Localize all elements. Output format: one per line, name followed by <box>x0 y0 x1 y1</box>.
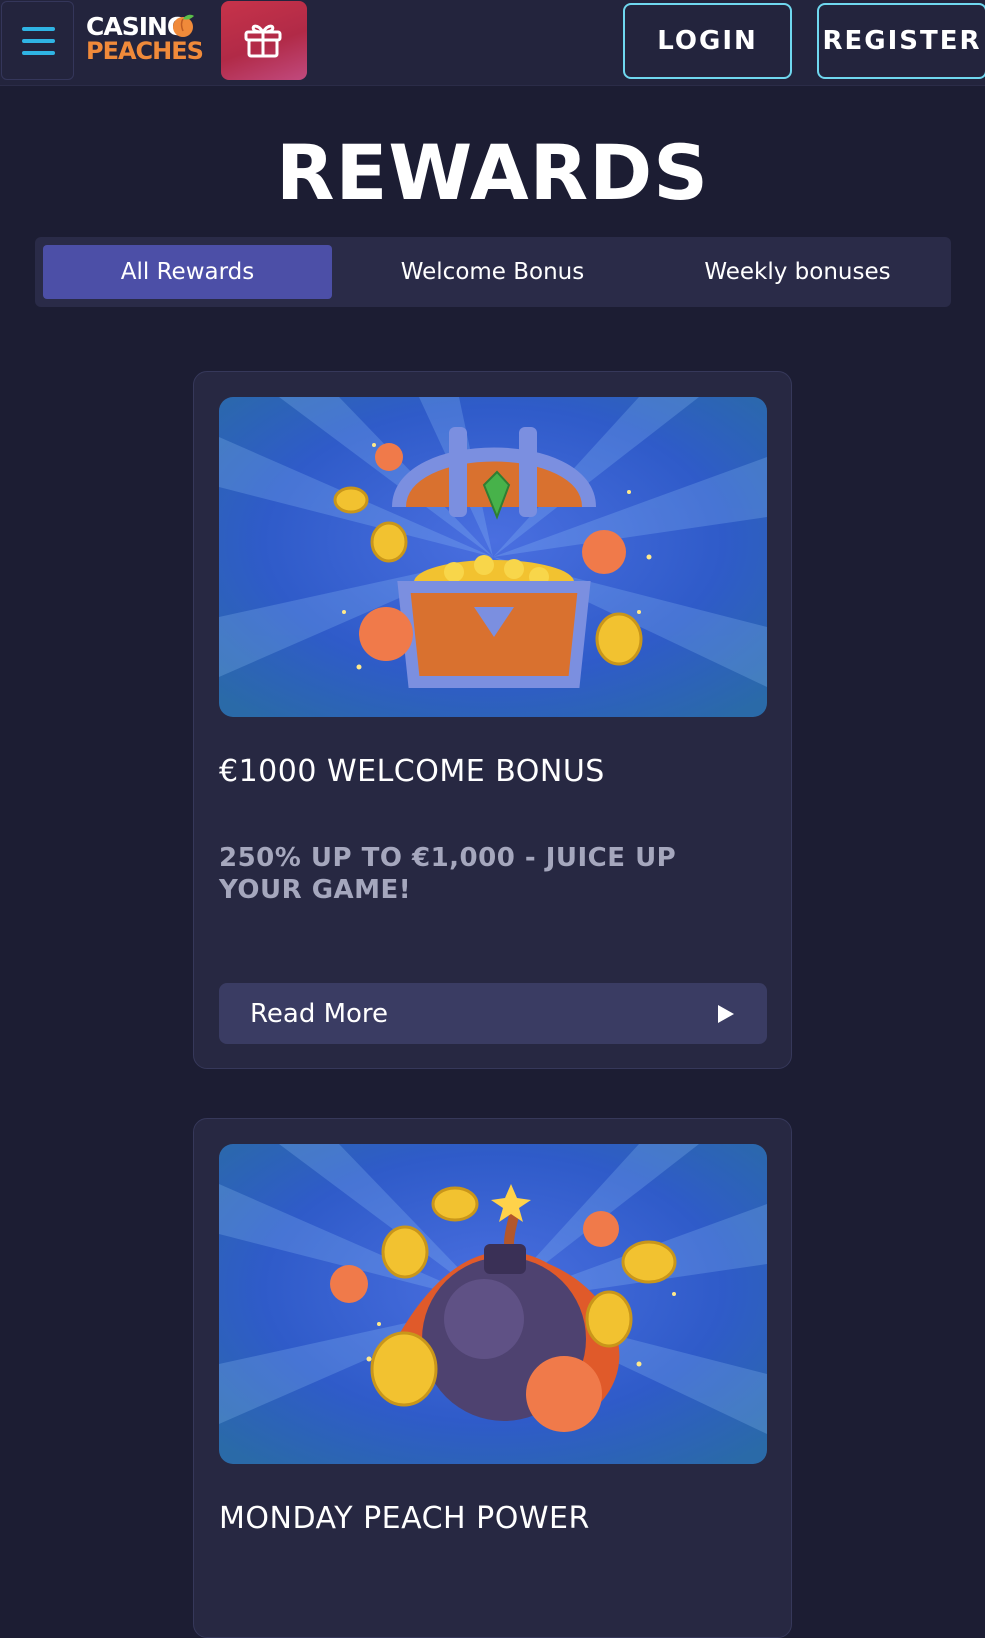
register-button[interactable]: REGISTER <box>817 3 985 79</box>
menu-icon-bar <box>22 27 55 31</box>
card-title: MONDAY PEACH POWER <box>219 1501 590 1536</box>
menu-icon-bar <box>22 39 55 43</box>
rewards-tabs: All Rewards Welcome Bonus Weekly bonuses <box>35 237 951 307</box>
casino-peaches-logo[interactable]: CASINO PEACHES <box>86 12 204 64</box>
tab-weekly-bonuses[interactable]: Weekly bonuses <box>645 245 950 299</box>
reward-card: €1000 WELCOME BONUS 250% UP TO €1,000 - … <box>193 371 792 1069</box>
card-title: €1000 WELCOME BONUS <box>219 754 605 789</box>
page-title: REWARDS <box>275 128 709 217</box>
hamburger-menu-button[interactable] <box>1 1 74 80</box>
bomb-peach-image[interactable] <box>219 1144 767 1464</box>
tab-welcome-bonus[interactable]: Welcome Bonus <box>340 245 645 299</box>
reward-card: MONDAY PEACH POWER <box>193 1118 792 1638</box>
tab-all-rewards[interactable]: All Rewards <box>43 245 332 299</box>
card-description: 250% UP TO €1,000 - JUICE UP YOUR GAME! <box>219 843 677 905</box>
treasure-chest-image[interactable] <box>219 397 767 717</box>
read-more-button[interactable]: Read More <box>219 983 767 1044</box>
login-button[interactable]: LOGIN <box>623 3 792 79</box>
gift-button[interactable] <box>221 1 307 80</box>
menu-icon-bar <box>22 51 55 55</box>
read-more-label: Read More <box>250 998 389 1029</box>
logo-line-2: PEACHES <box>86 37 204 65</box>
gift-icon <box>244 24 282 58</box>
play-arrow-icon <box>718 1005 734 1023</box>
top-header: CASINO PEACHES LOGIN REGISTER <box>0 0 985 86</box>
peach-logo-icon <box>173 14 194 37</box>
